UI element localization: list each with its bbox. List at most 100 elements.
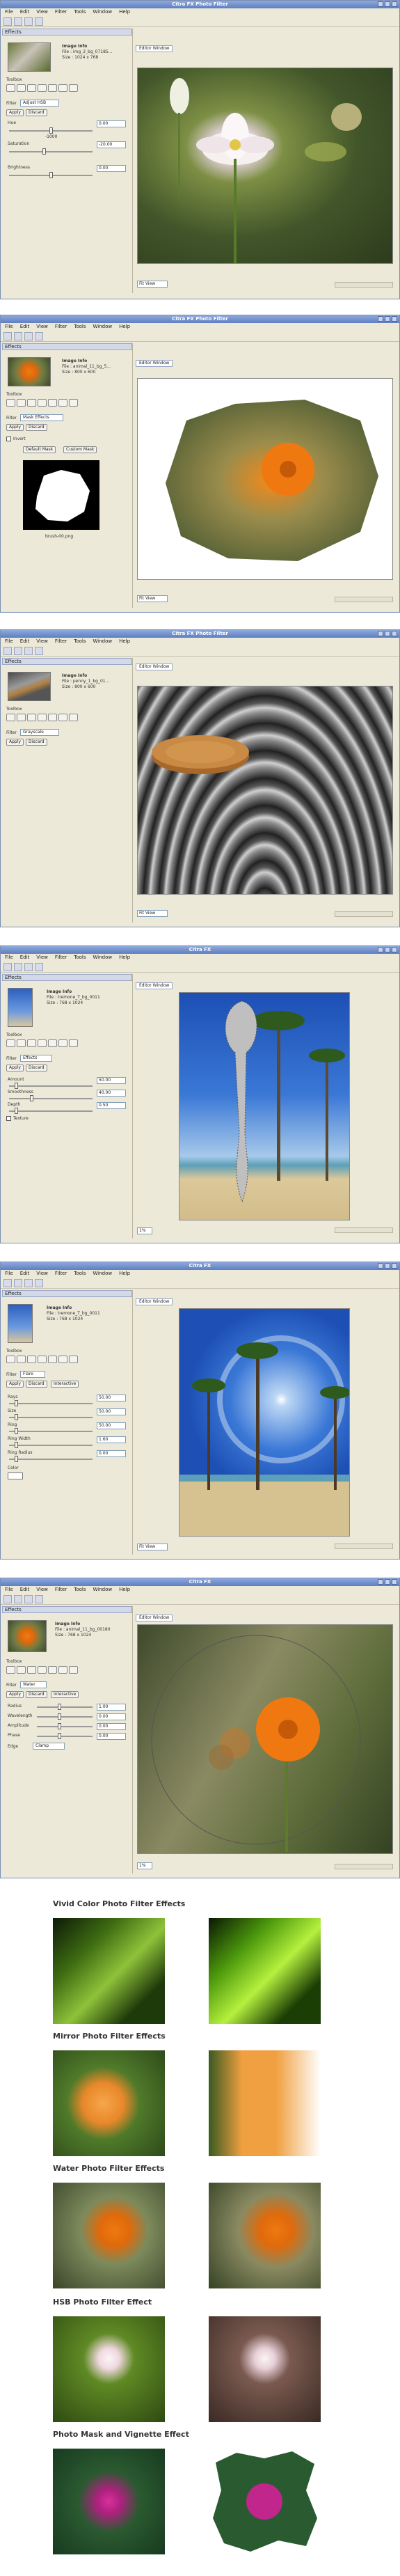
open-icon[interactable] xyxy=(3,647,12,655)
brightness-slider[interactable] xyxy=(9,172,93,178)
phase-field[interactable]: 0.00 xyxy=(97,1733,126,1740)
brush-tool-icon[interactable] xyxy=(58,714,67,721)
move-tool-icon[interactable] xyxy=(48,714,57,721)
menu-view[interactable]: View xyxy=(36,638,48,645)
minimize-button[interactable] xyxy=(378,947,383,952)
filter-select[interactable]: Grayscale xyxy=(20,729,59,736)
rays-slider[interactable] xyxy=(9,1400,93,1406)
menu-view[interactable]: View xyxy=(36,954,48,961)
menu-window[interactable]: Window xyxy=(93,638,113,645)
interactive-button[interactable]: Interactive xyxy=(51,1381,79,1388)
depth-field[interactable]: 0.50 xyxy=(97,1102,126,1109)
saturation-slider[interactable] xyxy=(9,148,93,155)
filter-select[interactable]: Mask Effects xyxy=(20,414,63,421)
magic-wand-icon[interactable] xyxy=(38,1666,47,1674)
editor-window-tab[interactable]: Editor Window xyxy=(136,45,173,52)
zoom-select[interactable]: Fit View xyxy=(137,1544,168,1550)
edge-select[interactable]: Clamp xyxy=(33,1743,65,1750)
menu-window[interactable]: Window xyxy=(93,323,113,331)
amount-field[interactable]: 50.00 xyxy=(97,1077,126,1084)
menu-filter[interactable]: Filter xyxy=(55,1586,67,1594)
brush-tool-icon[interactable] xyxy=(58,1666,67,1674)
brush-tool-icon[interactable] xyxy=(58,1039,67,1047)
menu-tools[interactable]: Tools xyxy=(74,954,86,961)
settings-icon[interactable] xyxy=(35,963,43,971)
discard-button[interactable]: Discard xyxy=(26,1691,47,1698)
save-icon[interactable] xyxy=(14,17,22,26)
menu-window[interactable]: Window xyxy=(93,954,113,961)
folder-icon[interactable] xyxy=(24,1279,33,1287)
discard-button[interactable]: Discard xyxy=(26,424,47,431)
brush-tool-icon[interactable] xyxy=(58,399,67,407)
menu-view[interactable]: View xyxy=(36,323,48,331)
magic-wand-icon[interactable] xyxy=(38,1356,47,1363)
brightness-field[interactable]: 0.00 xyxy=(97,165,126,172)
ellipse-tool-icon[interactable] xyxy=(27,1039,36,1047)
menu-edit[interactable]: Edit xyxy=(20,8,30,16)
menu-tools[interactable]: Tools xyxy=(74,1586,86,1594)
select-tool-icon[interactable] xyxy=(6,714,15,721)
wavelength-field[interactable]: 0.00 xyxy=(97,1713,126,1720)
eraser-tool-icon[interactable] xyxy=(69,84,78,92)
save-icon[interactable] xyxy=(14,647,22,655)
eraser-tool-icon[interactable] xyxy=(69,714,78,721)
settings-icon[interactable] xyxy=(35,332,43,340)
editor-window-tab[interactable]: Editor Window xyxy=(136,982,173,989)
zoom-select[interactable]: Fit View xyxy=(137,281,168,288)
maximize-button[interactable] xyxy=(385,947,390,952)
folder-icon[interactable] xyxy=(24,963,33,971)
select-tool-icon[interactable] xyxy=(6,1356,15,1363)
texture-checkbox[interactable] xyxy=(6,1116,11,1121)
ellipse-tool-icon[interactable] xyxy=(27,1666,36,1674)
rays-field[interactable]: 50.00 xyxy=(97,1395,126,1401)
menu-tools[interactable]: Tools xyxy=(74,8,86,16)
invert-checkbox[interactable] xyxy=(6,437,11,441)
filter-select[interactable]: Flare xyxy=(20,1371,45,1378)
amplitude-slider[interactable] xyxy=(37,1723,93,1729)
ellipse-tool-icon[interactable] xyxy=(27,399,36,407)
eraser-tool-icon[interactable] xyxy=(69,399,78,407)
apply-button[interactable]: Apply xyxy=(6,1691,24,1698)
discard-button[interactable]: Discard xyxy=(26,739,47,746)
select-tool-icon[interactable] xyxy=(6,84,15,92)
magic-wand-icon[interactable] xyxy=(38,84,47,92)
close-button[interactable] xyxy=(392,316,397,322)
ring-width-slider[interactable] xyxy=(9,1442,93,1448)
editor-canvas[interactable] xyxy=(137,686,393,895)
lasso-tool-icon[interactable] xyxy=(17,399,26,407)
editor-window-tab[interactable]: Editor Window xyxy=(136,1298,173,1305)
menu-file[interactable]: File xyxy=(5,8,13,16)
radius-slider[interactable] xyxy=(37,1704,93,1710)
zoom-select[interactable]: Fit View xyxy=(137,595,168,602)
color-swatch[interactable] xyxy=(8,1472,23,1479)
menu-edit[interactable]: Edit xyxy=(20,1586,30,1594)
apply-button[interactable]: Apply xyxy=(6,424,24,431)
lasso-tool-icon[interactable] xyxy=(17,1039,26,1047)
folder-icon[interactable] xyxy=(24,647,33,655)
apply-button[interactable]: Apply xyxy=(6,109,24,116)
ring-width-field[interactable]: 1.60 xyxy=(97,1436,126,1443)
save-icon[interactable] xyxy=(14,1279,22,1287)
save-icon[interactable] xyxy=(14,963,22,971)
apply-button[interactable]: Apply xyxy=(6,739,24,746)
select-tool-icon[interactable] xyxy=(6,1039,15,1047)
menu-filter[interactable]: Filter xyxy=(55,954,67,961)
close-button[interactable] xyxy=(392,947,397,952)
saturation-field[interactable]: -20.00 xyxy=(97,141,126,148)
menu-tools[interactable]: Tools xyxy=(74,1270,86,1278)
move-tool-icon[interactable] xyxy=(48,1356,57,1363)
menu-view[interactable]: View xyxy=(36,1270,48,1278)
editor-canvas[interactable] xyxy=(137,68,393,264)
menu-help[interactable]: Help xyxy=(119,954,130,961)
filter-select[interactable]: Effects xyxy=(20,1055,52,1062)
folder-icon[interactable] xyxy=(24,1595,33,1603)
discard-button[interactable]: Discard xyxy=(26,1065,47,1071)
menu-edit[interactable]: Edit xyxy=(20,1270,30,1278)
menu-filter[interactable]: Filter xyxy=(55,323,67,331)
ring-radius-slider[interactable] xyxy=(9,1456,93,1462)
select-tool-icon[interactable] xyxy=(6,1666,15,1674)
settings-icon[interactable] xyxy=(35,1595,43,1603)
wavelength-slider[interactable] xyxy=(37,1713,93,1720)
horizontal-scrollbar[interactable] xyxy=(335,1227,393,1233)
maximize-button[interactable] xyxy=(385,1579,390,1585)
